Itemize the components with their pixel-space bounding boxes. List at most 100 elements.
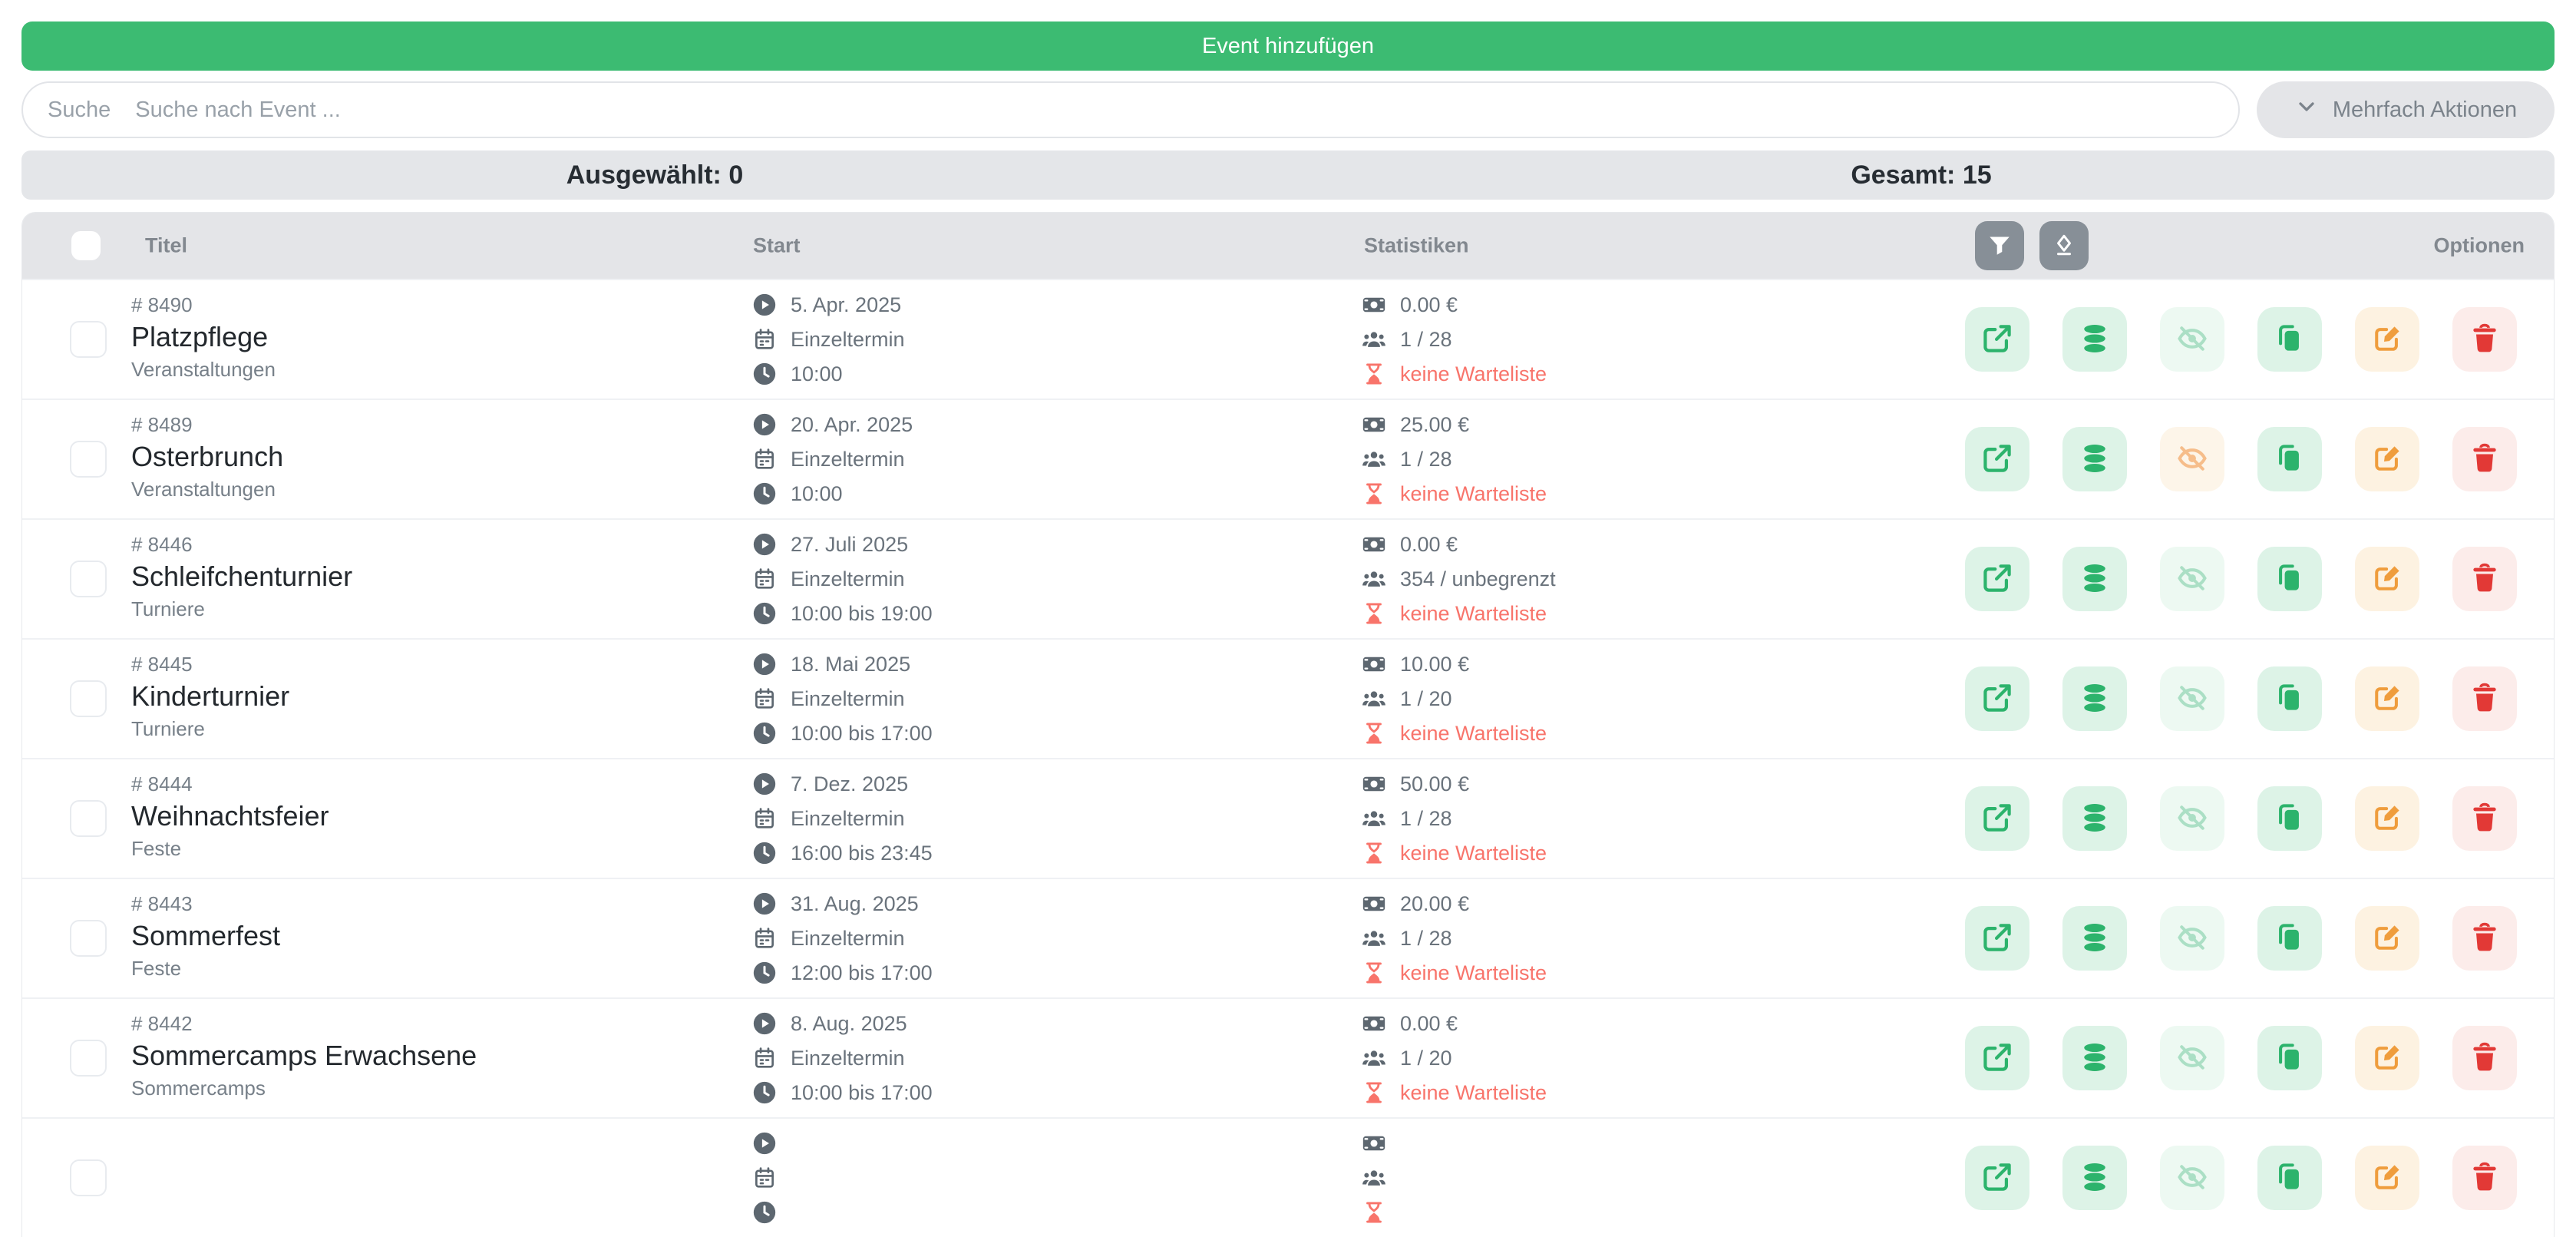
- visibility-button[interactable]: [2160, 1146, 2224, 1210]
- edit-button[interactable]: [2355, 307, 2419, 372]
- row-actions: [1965, 786, 2517, 851]
- search-input[interactable]: [134, 97, 2214, 124]
- bulk-actions-button[interactable]: Mehrfach Aktionen: [2257, 81, 2555, 138]
- open-event-button[interactable]: [1965, 307, 2029, 372]
- attendees-icon: [1361, 446, 1387, 472]
- delete-button[interactable]: [2452, 786, 2517, 851]
- participants-button[interactable]: [2062, 1026, 2127, 1090]
- participants-button[interactable]: [2062, 906, 2127, 971]
- edit-button[interactable]: [2355, 1146, 2419, 1210]
- attendees-icon: [1361, 326, 1387, 352]
- open-event-button[interactable]: [1965, 786, 2029, 851]
- delete-button[interactable]: [2452, 427, 2517, 491]
- visibility-button[interactable]: [2160, 547, 2224, 611]
- row-checkbox[interactable]: [70, 1040, 107, 1077]
- visibility-button[interactable]: [2160, 307, 2224, 372]
- eye-off-icon: [2175, 801, 2209, 837]
- hourglass-icon: [1361, 960, 1387, 986]
- event-start-cell: [751, 1130, 791, 1234]
- duplicate-button[interactable]: [2257, 786, 2322, 851]
- clock-icon: [751, 481, 778, 507]
- table-row: # 8490 Platzpflege Veranstaltungen 5. Ap…: [22, 279, 2554, 399]
- event-time: 16:00 bis 23:45: [791, 842, 933, 865]
- duplicate-button[interactable]: [2257, 666, 2322, 731]
- duplicate-button[interactable]: [2257, 427, 2322, 491]
- event-start-cell: 7. Dez. 2025 Einzeltermin 16:00 bis 23:4…: [751, 771, 933, 875]
- row-checkbox[interactable]: [70, 920, 107, 957]
- visibility-button[interactable]: [2160, 906, 2224, 971]
- open-event-button[interactable]: [1965, 1026, 2029, 1090]
- row-checkbox[interactable]: [70, 800, 107, 837]
- open-event-button[interactable]: [1965, 427, 2029, 491]
- edit-button[interactable]: [2355, 906, 2419, 971]
- money-icon: [1361, 771, 1387, 797]
- event-date: 7. Dez. 2025: [791, 772, 908, 796]
- attendees-icon: [1361, 1045, 1387, 1071]
- duplicate-button[interactable]: [2257, 547, 2322, 611]
- select-all-checkbox[interactable]: [71, 231, 101, 260]
- event-waitlist: keine Warteliste: [1400, 1081, 1547, 1105]
- calendar-icon: [751, 1045, 778, 1071]
- column-header-options: Optionen: [2434, 234, 2525, 258]
- edit-button[interactable]: [2355, 786, 2419, 851]
- event-capacity: 1 / 28: [1400, 807, 1452, 831]
- column-header-statistics: Statistiken: [1364, 234, 1469, 258]
- participants-button[interactable]: [2062, 666, 2127, 731]
- event-time: 10:00: [791, 482, 843, 506]
- clock-icon: [751, 960, 778, 986]
- duplicate-button[interactable]: [2257, 1146, 2322, 1210]
- row-checkbox[interactable]: [70, 441, 107, 478]
- edit-button[interactable]: [2355, 547, 2419, 611]
- edit-button[interactable]: [2355, 666, 2419, 731]
- event-price: 0.00 €: [1400, 293, 1458, 317]
- clock-icon: [751, 1199, 778, 1225]
- event-price: 0.00 €: [1400, 1012, 1458, 1036]
- duplicate-button[interactable]: [2257, 1026, 2322, 1090]
- duplicate-button[interactable]: [2257, 307, 2322, 372]
- participants-button[interactable]: [2062, 427, 2127, 491]
- participants-button[interactable]: [2062, 1146, 2127, 1210]
- visibility-button[interactable]: [2160, 666, 2224, 731]
- delete-button[interactable]: [2452, 666, 2517, 731]
- external-link-icon: [1980, 1160, 2014, 1196]
- event-date: 8. Aug. 2025: [791, 1012, 907, 1036]
- event-type: Einzeltermin: [791, 1047, 905, 1070]
- visibility-button[interactable]: [2160, 786, 2224, 851]
- event-waitlist: keine Warteliste: [1400, 602, 1547, 626]
- row-checkbox[interactable]: [70, 561, 107, 597]
- open-event-button[interactable]: [1965, 1146, 2029, 1210]
- participants-button[interactable]: [2062, 307, 2127, 372]
- duplicate-button[interactable]: [2257, 906, 2322, 971]
- row-actions: [1965, 547, 2517, 611]
- delete-button[interactable]: [2452, 307, 2517, 372]
- event-id: # 8442: [131, 1010, 477, 1037]
- clock-icon: [751, 361, 778, 387]
- delete-button[interactable]: [2452, 906, 2517, 971]
- delete-button[interactable]: [2452, 1026, 2517, 1090]
- visibility-button[interactable]: [2160, 1026, 2224, 1090]
- event-date: 20. Apr. 2025: [791, 413, 913, 437]
- calendar-icon: [751, 686, 778, 712]
- search-box[interactable]: Suche: [21, 81, 2240, 138]
- participants-button[interactable]: [2062, 786, 2127, 851]
- edit-button[interactable]: [2355, 427, 2419, 491]
- open-event-button[interactable]: [1965, 906, 2029, 971]
- open-event-button[interactable]: [1965, 666, 2029, 731]
- row-checkbox[interactable]: [70, 321, 107, 358]
- row-checkbox[interactable]: [70, 1159, 107, 1196]
- event-title: Osterbrunch: [131, 439, 283, 475]
- delete-button[interactable]: [2452, 1146, 2517, 1210]
- participants-button[interactable]: [2062, 547, 2127, 611]
- open-event-button[interactable]: [1965, 547, 2029, 611]
- hourglass-icon: [1361, 1199, 1387, 1225]
- table-body: # 8490 Platzpflege Veranstaltungen 5. Ap…: [22, 279, 2554, 1237]
- event-price: 0.00 €: [1400, 533, 1458, 557]
- delete-button[interactable]: [2452, 547, 2517, 611]
- add-event-button[interactable]: Event hinzufügen: [21, 21, 2555, 71]
- visibility-button[interactable]: [2160, 427, 2224, 491]
- filter-button[interactable]: [1975, 221, 2024, 270]
- hourglass-icon: [1361, 481, 1387, 507]
- row-checkbox[interactable]: [70, 680, 107, 717]
- edit-button[interactable]: [2355, 1026, 2419, 1090]
- clear-filter-button[interactable]: [2039, 221, 2089, 270]
